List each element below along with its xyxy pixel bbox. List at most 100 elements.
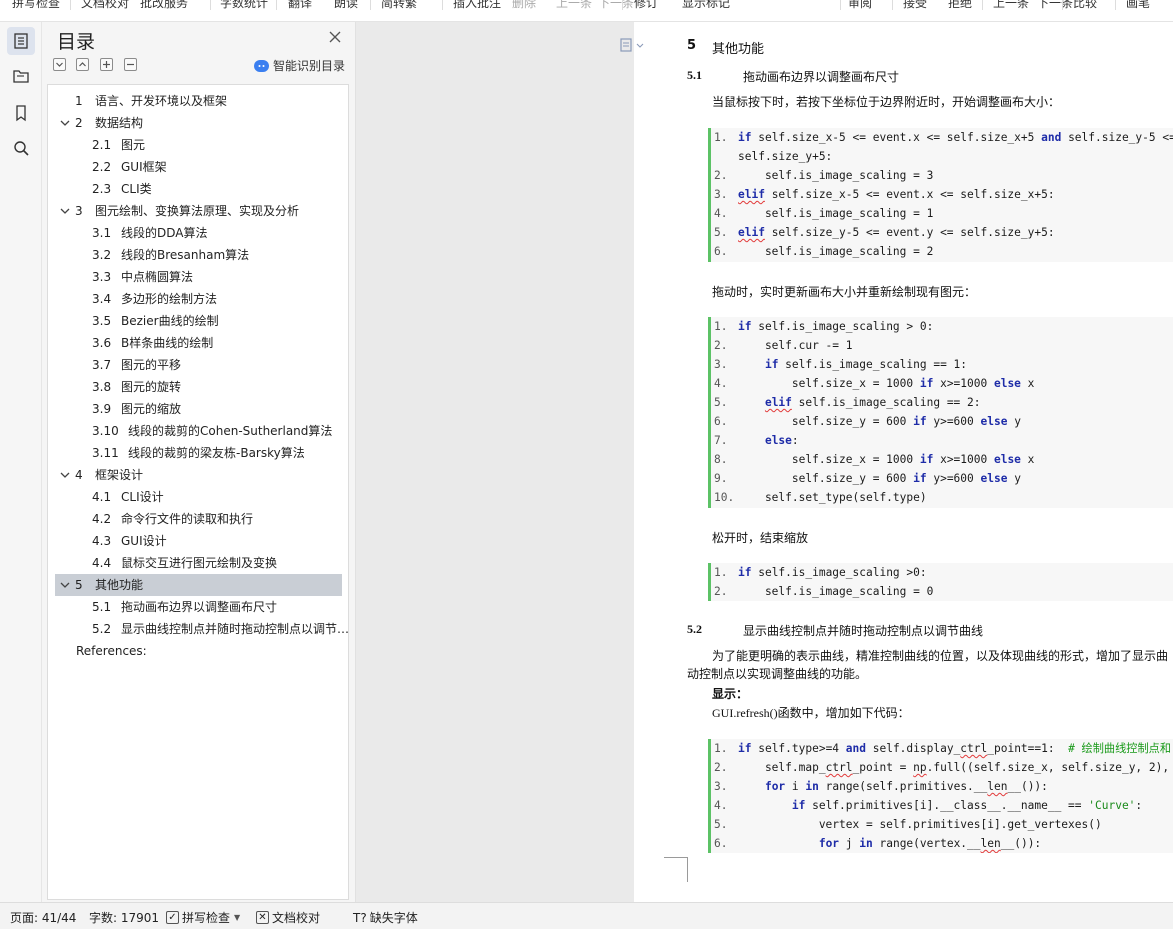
toc-item[interactable]: 2 数据结构 [48, 112, 348, 134]
toc-item-label: B样条曲线的绘制 [121, 336, 214, 350]
add-heading-icon[interactable] [100, 58, 113, 71]
code-text: self.size_y+5: [738, 150, 833, 163]
ribbon-item[interactable]: 画笔 [1126, 0, 1150, 10]
toc-item[interactable]: 3.10 线段的裁剪的Cohen-Sutherland算法 [48, 420, 348, 442]
ribbon-item[interactable]: 下一条 [1037, 0, 1073, 10]
toc-item[interactable]: 3.3 中点椭圆算法 [48, 266, 348, 288]
proofread-button[interactable]: ✕ 文档校对 [256, 909, 320, 926]
toc-item-number: 2.3 [92, 182, 112, 196]
ribbon-item[interactable]: 文档校对 [81, 0, 129, 10]
code-line: 2. self.cur -= 1 [711, 336, 1173, 355]
toc-item[interactable]: 5.2 显示曲线控制点并随时拖动控制点以调节曲线 [48, 618, 348, 640]
toc-item-number: 2 [75, 116, 83, 130]
chevron-down-icon[interactable] [60, 119, 70, 127]
ribbon-item[interactable]: 比较 [1073, 0, 1097, 10]
toc-item-number: 3.6 [92, 336, 112, 350]
expand-level-icon[interactable] [76, 58, 89, 71]
ribbon-item[interactable]: 翻译 [288, 0, 312, 10]
search-icon[interactable] [7, 134, 35, 162]
code-text: if self.is_image_scaling == 1: [764, 358, 968, 371]
toc-item-number: 5.2 [92, 622, 112, 636]
ribbon-item[interactable]: 上一条 [993, 0, 1029, 10]
paragraph: 显示： [712, 687, 749, 701]
toc-item-label: 语言、开发环境以及框架 [95, 94, 228, 108]
toc-item-label: CLI设计 [121, 490, 164, 504]
ribbon-item[interactable]: 上一条 [556, 0, 592, 10]
missing-font-button[interactable]: T? 缺失字体 [353, 909, 418, 926]
code-text: elif self.size_y-5 <= event.y <= self.si… [738, 226, 1055, 239]
code-line-number: 2. [714, 339, 728, 352]
toc-item-label: 鼠标交互进行图元绘制及变换 [121, 556, 278, 570]
collapse-level-icon[interactable] [53, 58, 66, 71]
toc-item[interactable]: 1 语言、开发环境以及框架 [48, 90, 348, 112]
chevron-down-icon[interactable] [60, 207, 70, 215]
toc-item[interactable]: 4.2 命令行文件的读取和执行 [48, 508, 348, 530]
toc-item-label: 线段的DDA算法 [121, 226, 208, 240]
spell-check-button[interactable]: ✓ 拼写检查 ▼ [166, 909, 240, 926]
ribbon-separator [840, 0, 841, 10]
close-icon[interactable] [328, 30, 342, 44]
ribbon-separator [982, 0, 983, 10]
toc-item-label: 拖动画布边界以调整画布尺寸 [121, 600, 278, 614]
smart-toc-button[interactable]: 智能识别目录 [254, 57, 345, 74]
toc-item[interactable]: 3.5 Bezier曲线的绘制 [48, 310, 348, 332]
toc-item[interactable]: References: [48, 640, 348, 662]
toc-item[interactable]: 4.1 CLI设计 [48, 486, 348, 508]
smart-toc-label: 智能识别目录 [273, 59, 346, 73]
toc-item[interactable]: 5.1 拖动画布边界以调整画布尺寸 [48, 596, 348, 618]
page-indicator[interactable]: 页面: 41/44 [10, 909, 76, 926]
remove-heading-icon[interactable] [124, 58, 137, 71]
chevron-down-icon[interactable] [60, 471, 70, 479]
heading-5-1-title: 拖动画布边界以调整画布尺寸 [743, 70, 900, 84]
toc-item[interactable]: 3.11 线段的裁剪的梁友栋-Barsky算法 [48, 442, 348, 464]
code-line-number: 4. [714, 207, 728, 220]
code-line-number: 2. [714, 761, 728, 774]
toc-item-number: 3.7 [92, 358, 112, 372]
toc-item[interactable]: 2.2 GUI框架 [48, 156, 348, 178]
chevron-down-icon[interactable] [60, 581, 70, 589]
toc-item[interactable]: 3.2 线段的Bresanham算法 [48, 244, 348, 266]
toc-item[interactable]: 3.1 线段的DDA算法 [48, 222, 348, 244]
document-outline-icon[interactable] [620, 38, 646, 52]
ribbon-item[interactable]: 拼写检查 [12, 0, 60, 10]
ribbon-item[interactable]: 审阅 [848, 0, 872, 10]
toc-item[interactable]: 3.4 多边形的绘制方法 [48, 288, 348, 310]
toc-item-label: 线段的裁剪的梁友栋-Barsky算法 [128, 446, 305, 460]
word-count[interactable]: 字数: 17901 [89, 909, 159, 926]
toc-item[interactable]: 3.8 图元的旋转 [48, 376, 348, 398]
code-text: for i in range(self.primitives.__len__()… [764, 780, 1048, 793]
ribbon-item[interactable]: 接受 [903, 0, 927, 10]
ribbon-item[interactable]: 朗读 [334, 0, 358, 10]
toc-icon[interactable] [7, 27, 35, 55]
toc-item[interactable]: 5 其他功能 [55, 574, 342, 596]
ribbon-item[interactable]: 字数统计 [220, 0, 268, 10]
ribbon-item[interactable]: 批改服务 [140, 0, 188, 10]
code-line: 2. self.is_image_scaling = 0 [711, 582, 1173, 601]
ribbon-item[interactable]: 显示标记 [682, 0, 730, 10]
toc-item-number: 3 [75, 204, 83, 218]
toc-item[interactable]: 2.1 图元 [48, 134, 348, 156]
ribbon-item[interactable]: 插入批注 [453, 0, 501, 10]
ribbon-item[interactable]: 简转繁 [381, 0, 417, 10]
ribbon-item[interactable]: 删除 [512, 0, 536, 10]
paragraph: 当鼠标按下时，若按下坐标位于边界附近时，开始调整画布大小： [712, 95, 1061, 109]
toc-item[interactable]: 4.3 GUI设计 [48, 530, 348, 552]
ribbon-item[interactable]: 下一条 [598, 0, 634, 10]
toc-item[interactable]: 4 框架设计 [48, 464, 348, 486]
toc-item-number: 3.1 [92, 226, 112, 240]
bookmark-icon[interactable] [7, 99, 35, 127]
paragraph: 松开时，结束缩放 [712, 531, 809, 545]
ribbon-separator [370, 0, 371, 10]
toc-item[interactable]: 3 图元绘制、变换算法原理、实现及分析 [48, 200, 348, 222]
toc-item[interactable]: 3.9 图元的缩放 [48, 398, 348, 420]
ribbon-item[interactable]: 修订 [634, 0, 658, 10]
ribbon-item[interactable]: 拒绝 [948, 0, 972, 10]
toc-item[interactable]: 3.7 图元的平移 [48, 354, 348, 376]
toc-item[interactable]: 2.3 CLI类 [48, 178, 348, 200]
code-line: 3. if self.is_image_scaling == 1: [711, 355, 1173, 374]
toc-item[interactable]: 3.6 B样条曲线的绘制 [48, 332, 348, 354]
code-line-number: 1. [714, 566, 728, 579]
toc-item[interactable]: 4.4 鼠标交互进行图元绘制及变换 [48, 552, 348, 574]
folder-tree-icon[interactable] [7, 62, 35, 90]
heading-5-1-number: 5.1 [687, 68, 702, 82]
